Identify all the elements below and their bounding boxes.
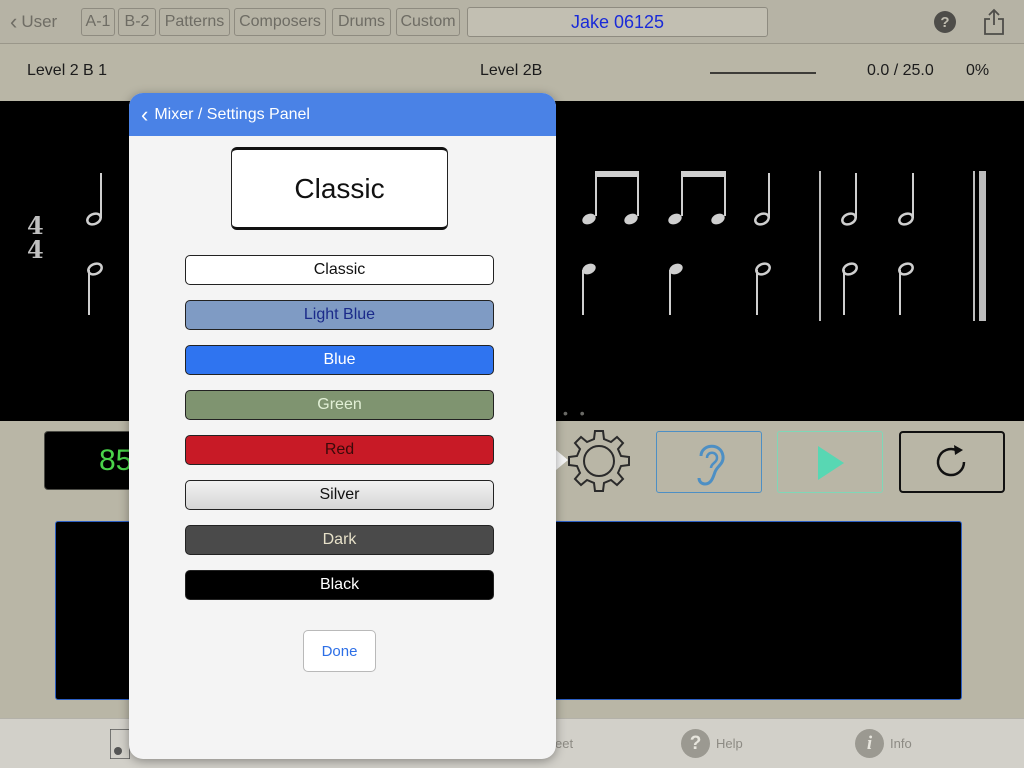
note-quarter-lower-1 [582, 263, 596, 315]
level-title: Level 2B [480, 62, 543, 79]
time-signature-bottom: 4 [27, 235, 44, 264]
popover-header[interactable]: ‹ Mixer / Settings Panel [129, 93, 556, 136]
tab-help-label[interactable]: Help [716, 736, 743, 751]
theme-red-button[interactable]: Red [185, 435, 494, 465]
note-half-lower-1 [87, 262, 103, 315]
tab-custom[interactable]: Custom [396, 8, 460, 36]
theme-black-button[interactable]: Black [185, 570, 494, 600]
reload-icon [936, 445, 966, 477]
mixer-settings-popover: ‹ Mixer / Settings Panel Classic Classic… [129, 93, 556, 759]
page-dots[interactable]: • • [563, 405, 589, 421]
chevron-left-icon[interactable]: ‹ [141, 103, 148, 126]
theme-light-blue-button[interactable]: Light Blue [185, 300, 494, 330]
progress-line [710, 72, 816, 74]
user-back-label: User [21, 12, 58, 31]
theme-preview: Classic [231, 147, 448, 230]
tempo-display[interactable]: 85 [44, 431, 136, 490]
chevron-left-icon: ‹ [10, 9, 18, 34]
play-button[interactable] [777, 431, 883, 493]
note-quarter-lower-2 [669, 263, 683, 315]
popover-arrow [556, 450, 568, 470]
user-back-button[interactable]: ‹ User [10, 10, 57, 34]
ear-icon [697, 444, 725, 486]
tab-composers[interactable]: Composers [234, 8, 326, 36]
percent-readout: 0% [966, 62, 990, 79]
info-tab-icon[interactable]: i [855, 729, 884, 758]
user-name-field[interactable]: Jake 06125 [467, 7, 768, 37]
tab-a1[interactable]: A-1 [81, 8, 115, 36]
reload-button[interactable] [899, 431, 1005, 493]
beamed-eighths-2 [668, 171, 726, 225]
done-button[interactable]: Done [303, 630, 376, 672]
note-half-upper-1 [86, 173, 102, 226]
note-half-upper-4 [898, 173, 914, 226]
note-half-lower-4 [898, 262, 914, 315]
time-readout: 0.0 / 25.0 [867, 62, 934, 79]
final-barline-thick [979, 171, 986, 321]
listen-button[interactable] [656, 431, 762, 493]
theme-blue-button[interactable]: Blue [185, 345, 494, 375]
level-label: Level 2 B 1 [27, 62, 108, 79]
theme-silver-button[interactable]: Silver [185, 480, 494, 510]
note-half-upper-2 [754, 173, 770, 226]
music-note-icon[interactable] [110, 729, 130, 759]
tab-sheet-label[interactable]: eet [555, 736, 573, 751]
help-icon[interactable]: ? [934, 11, 956, 33]
theme-classic-button[interactable]: Classic [185, 255, 494, 285]
theme-dark-button[interactable]: Dark [185, 525, 494, 555]
note-half-lower-2 [755, 262, 771, 315]
help-tab-icon[interactable]: ? [681, 729, 710, 758]
note-half-lower-3 [842, 262, 858, 315]
share-icon[interactable] [983, 8, 1005, 36]
popover-title: Mixer / Settings Panel [154, 105, 310, 123]
gear-icon[interactable] [566, 428, 632, 494]
tab-patterns[interactable]: Patterns [159, 8, 230, 36]
tab-b2[interactable]: B-2 [118, 8, 156, 36]
theme-green-button[interactable]: Green [185, 390, 494, 420]
play-icon [818, 446, 844, 480]
tab-info-label[interactable]: Info [890, 736, 912, 751]
beamed-eighths-1 [582, 171, 639, 225]
tab-drums[interactable]: Drums [332, 8, 391, 36]
note-half-upper-3 [841, 173, 857, 226]
